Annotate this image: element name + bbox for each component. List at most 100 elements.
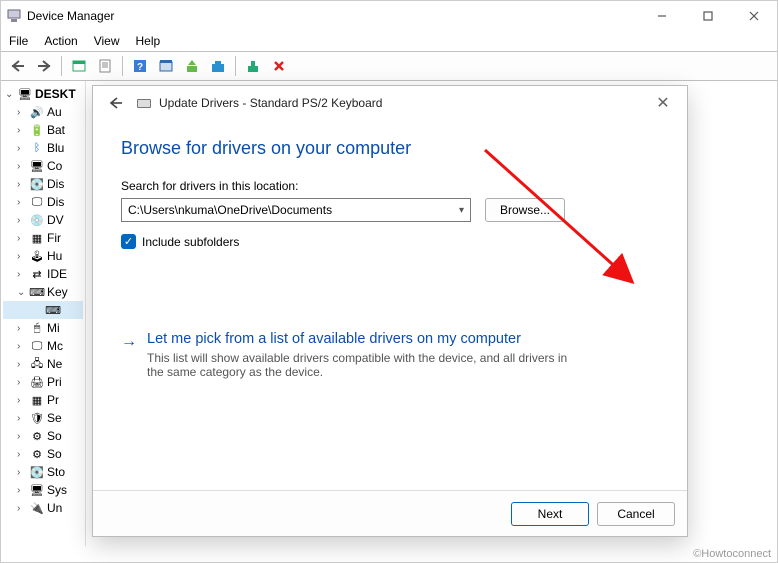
tree-node-label: Blu <box>47 141 64 155</box>
tree-node-label: Mi <box>47 321 60 335</box>
dialog-close-button[interactable]: ✕ <box>649 93 677 113</box>
include-subfolders-checkbox[interactable]: ✓ <box>121 234 136 249</box>
tree-node-label: So <box>47 447 62 461</box>
tree-node[interactable]: ›▦Pr <box>3 391 83 409</box>
tree-node[interactable]: ›💽Sto <box>3 463 83 481</box>
device-category-icon: 🖥 <box>30 159 44 173</box>
device-category-icon: ⇄ <box>30 267 44 281</box>
menu-bar: File Action View Help <box>1 31 777 51</box>
toolbar-update-driver-button[interactable] <box>180 54 204 78</box>
tree-node-label: Key <box>47 285 68 299</box>
device-category-icon: 🖨 <box>30 375 44 389</box>
tree-child-node[interactable]: ·⌨ <box>3 301 83 319</box>
tree-node[interactable]: ›ᛒBlu <box>3 139 83 157</box>
tree-node[interactable]: ›🖵Dis <box>3 193 83 211</box>
tree-node[interactable]: ›▦Fir <box>3 229 83 247</box>
driver-path-combobox[interactable]: C:\Users\nkuma\OneDrive\Documents ▾ <box>121 198 471 222</box>
device-category-icon: ▦ <box>30 393 44 407</box>
dialog-title: Update Drivers - Standard PS/2 Keyboard <box>159 96 382 110</box>
driver-path-value: C:\Users\nkuma\OneDrive\Documents <box>128 203 332 217</box>
tree-node[interactable]: ›🖧Ne <box>3 355 83 373</box>
tree-root[interactable]: ⌄ 🖥 DESKT <box>3 85 83 103</box>
tree-node[interactable]: ›🔋Bat <box>3 121 83 139</box>
toolbar-scan-button[interactable] <box>154 54 178 78</box>
chevron-right-icon: › <box>17 431 27 442</box>
dialog-heading: Browse for drivers on your computer <box>121 138 659 159</box>
dialog-back-button[interactable] <box>105 92 127 114</box>
tree-node[interactable]: ›⚙So <box>3 445 83 463</box>
window-close-button[interactable] <box>731 1 777 31</box>
tree-node[interactable]: ›🖱Mi <box>3 319 83 337</box>
window-title: Device Manager <box>27 9 114 23</box>
chevron-down-icon: ⌄ <box>17 287 27 298</box>
toolbar-back-button[interactable] <box>6 54 30 78</box>
chevron-right-icon: › <box>17 107 27 118</box>
tree-node[interactable]: ›🖥Sys <box>3 481 83 499</box>
toolbar-show-hidden-button[interactable] <box>67 54 91 78</box>
tree-node-label: Hu <box>47 249 62 263</box>
menu-action[interactable]: Action <box>44 34 77 48</box>
tree-node[interactable]: ›🔌Un <box>3 499 83 517</box>
next-button[interactable]: Next <box>511 502 589 526</box>
toolbar-disable-button[interactable] <box>267 54 291 78</box>
tree-node[interactable]: ›🖵Mc <box>3 337 83 355</box>
search-location-label: Search for drivers in this location: <box>121 179 659 193</box>
tree-node[interactable]: ›🕹Hu <box>3 247 83 265</box>
app-icon <box>7 9 21 23</box>
tree-root-label: DESKT <box>35 87 76 101</box>
tree-node[interactable]: ›🖨Pri <box>3 373 83 391</box>
toolbar: ? <box>1 51 777 81</box>
chevron-right-icon: › <box>17 377 27 388</box>
tree-node-label: Un <box>47 501 62 515</box>
browse-button[interactable]: Browse... <box>485 198 565 222</box>
watermark: ©Howtoconnect <box>693 548 771 560</box>
cancel-button[interactable]: Cancel <box>597 502 675 526</box>
tree-node[interactable]: ›🖥Co <box>3 157 83 175</box>
device-category-icon: 💽 <box>30 465 44 479</box>
tree-node[interactable]: ⌄⌨Key <box>3 283 83 301</box>
tree-node[interactable]: ›⚙So <box>3 427 83 445</box>
device-category-icon: 🖵 <box>30 339 44 353</box>
window-minimize-button[interactable] <box>639 1 685 31</box>
tree-node[interactable]: ›⇄IDE <box>3 265 83 283</box>
chevron-down-icon: ▾ <box>459 205 464 216</box>
tree-node-label: Pri <box>47 375 62 389</box>
tree-node-label: Dis <box>47 177 64 191</box>
menu-help[interactable]: Help <box>136 34 161 48</box>
toolbar-enable-button[interactable] <box>241 54 265 78</box>
device-category-icon: ▦ <box>30 231 44 245</box>
device-category-icon: 🛡 <box>30 411 44 425</box>
toolbar-help-button[interactable]: ? <box>128 54 152 78</box>
device-category-icon: 🖵 <box>30 195 44 209</box>
chevron-right-icon: › <box>17 197 27 208</box>
device-category-icon: 🖧 <box>30 357 44 371</box>
tree-node-label: Fir <box>47 231 61 245</box>
toolbar-uninstall-button[interactable] <box>206 54 230 78</box>
tree-node-label: Co <box>47 159 62 173</box>
chevron-right-icon: › <box>17 269 27 280</box>
device-category-icon: 🔋 <box>30 123 44 137</box>
tree-node-label: Mc <box>47 339 63 353</box>
titlebar: Device Manager <box>1 1 777 31</box>
tree-node[interactable]: ›🛡Se <box>3 409 83 427</box>
include-subfolders-label: Include subfolders <box>142 235 239 249</box>
chevron-right-icon: › <box>17 323 27 334</box>
chevron-right-icon: › <box>17 125 27 136</box>
tree-node[interactable]: ›💿DV <box>3 211 83 229</box>
device-category-icon: 🕹 <box>30 249 44 263</box>
chevron-right-icon: › <box>17 467 27 478</box>
menu-file[interactable]: File <box>9 34 28 48</box>
tree-node[interactable]: ›🔊Au <box>3 103 83 121</box>
toolbar-forward-button[interactable] <box>32 54 56 78</box>
chevron-right-icon: › <box>17 485 27 496</box>
window-maximize-button[interactable] <box>685 1 731 31</box>
menu-view[interactable]: View <box>94 34 120 48</box>
pick-from-list-link[interactable]: → Let me pick from a list of available d… <box>121 331 659 379</box>
tree-node[interactable]: ›💽Dis <box>3 175 83 193</box>
toolbar-properties-button[interactable] <box>93 54 117 78</box>
chevron-right-icon: › <box>17 161 27 172</box>
pick-from-list-description: This list will show available drivers co… <box>147 351 587 379</box>
device-category-icon: 💿 <box>30 213 44 227</box>
device-tree[interactable]: ⌄ 🖥 DESKT ›🔊Au›🔋Bat›ᛒBlu›🖥Co›💽Dis›🖵Dis›💿… <box>1 81 86 546</box>
tree-node-label: Pr <box>47 393 59 407</box>
